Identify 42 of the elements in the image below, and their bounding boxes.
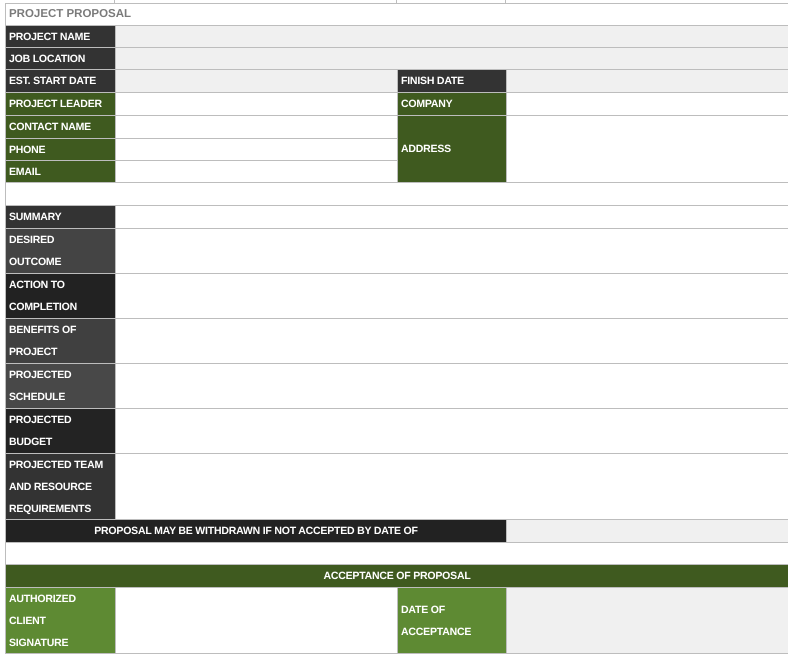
input-field[interactable]	[116, 588, 397, 653]
input-field[interactable]	[507, 93, 788, 115]
section-label: PROJECTED TEAM AND RESOURCE REQUIREMENTS	[6, 454, 115, 519]
input-field[interactable]	[116, 229, 788, 273]
input-field[interactable]	[116, 93, 397, 115]
field-label: COMPANY	[398, 93, 506, 115]
field-label: PROJECT NAME	[6, 26, 115, 47]
field-label: ADDRESS	[398, 116, 506, 182]
field-label: CONTACT NAME	[6, 116, 115, 138]
input-field[interactable]	[507, 70, 788, 92]
input-field[interactable]	[507, 116, 788, 182]
field-label: AUTHORIZED CLIENT SIGNATURE	[6, 588, 115, 653]
input-field[interactable]	[116, 206, 788, 228]
input-field[interactable]	[116, 454, 788, 519]
input-field[interactable]	[116, 116, 397, 138]
section-heading: ACCEPTANCE OF PROPOSAL	[6, 565, 788, 587]
section-label: DESIRED OUTCOME	[6, 229, 115, 273]
input-field[interactable]	[116, 409, 788, 453]
field-label: PROJECT LEADER	[6, 93, 115, 115]
section-label: PROJECTED BUDGET	[6, 409, 115, 453]
input-field[interactable]	[116, 48, 788, 69]
field-label: DATE OF ACCEPTANCE	[398, 588, 506, 653]
input-field[interactable]	[507, 588, 788, 653]
section-label: BENEFITS OF PROJECT	[6, 319, 115, 363]
input-field[interactable]	[116, 274, 788, 318]
input-field[interactable]	[507, 520, 788, 542]
field-label: PHONE	[6, 139, 115, 160]
field-label: EST. START DATE	[6, 70, 115, 92]
field-label: FINISH DATE	[398, 70, 506, 92]
section-label: PROJECTED SCHEDULE	[6, 364, 115, 408]
input-field[interactable]	[116, 26, 788, 47]
field-label: EMAIL	[6, 161, 115, 182]
input-field[interactable]	[116, 70, 397, 92]
notice-banner: PROPOSAL MAY BE WITHDRAWN IF NOT ACCEPTED BY DATE OF	[6, 520, 506, 542]
input-field[interactable]	[116, 161, 397, 182]
sheet-title: PROJECT PROPOSAL	[6, 4, 788, 25]
section-label: ACTION TO COMPLETION	[6, 274, 115, 318]
input-field[interactable]	[116, 139, 397, 160]
field-label: JOB LOCATION	[6, 48, 115, 69]
input-field[interactable]	[116, 364, 788, 408]
input-field[interactable]	[116, 319, 788, 363]
section-label: SUMMARY	[6, 206, 115, 228]
